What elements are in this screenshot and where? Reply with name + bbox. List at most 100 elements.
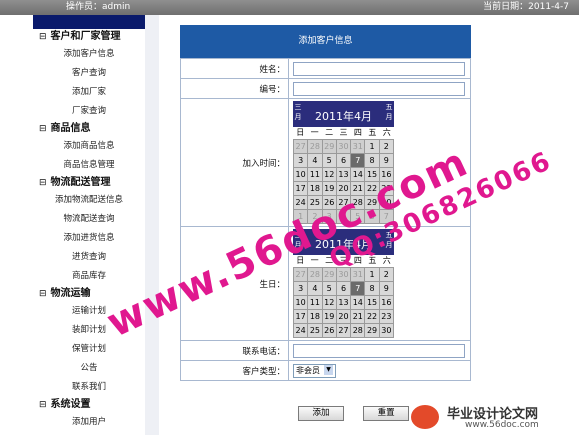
day-cell[interactable]: 5 [322, 282, 336, 295]
name-input[interactable] [293, 61, 465, 76]
day-cell[interactable]: 14 [351, 168, 365, 181]
chevron-down-icon[interactable]: ▼ [324, 364, 333, 375]
day-cell[interactable]: 7 [351, 282, 365, 295]
sidebar-item[interactable]: 添加客户信息 [33, 45, 145, 64]
day-cell[interactable]: 28 [308, 268, 322, 281]
day-cell[interactable]: 24 [294, 324, 308, 337]
day-cell[interactable]: 10 [294, 296, 308, 309]
calendar-header: 三月 2011年4月 五月 [293, 101, 394, 127]
day-cell[interactable]: 16 [379, 296, 393, 309]
sidebar-group[interactable]: ⊟ 客户和厂家管理 [33, 29, 145, 45]
sidebar-item[interactable]: 公告 [33, 359, 145, 378]
phone-label: 联系电话： [180, 340, 289, 361]
sidebar-item[interactable]: 添加用户 [33, 413, 145, 432]
sidebar-item[interactable]: 物流配送查询 [33, 210, 145, 229]
day-cell[interactable]: 11 [308, 168, 322, 181]
day-cell[interactable]: 3 [294, 154, 308, 167]
day-cell[interactable]: 22 [365, 310, 379, 323]
sidebar-item[interactable]: 客户查询 [33, 64, 145, 83]
phone-input[interactable] [293, 343, 465, 358]
sidebar-item[interactable]: 商品信息管理 [33, 156, 145, 175]
day-cell[interactable]: 18 [308, 310, 322, 323]
day-cell[interactable]: 31 [351, 140, 365, 153]
day-cell[interactable]: 6 [336, 154, 351, 167]
sidebar-item[interactable]: 添加进货信息 [33, 229, 145, 248]
day-cell[interactable]: 19 [322, 310, 336, 323]
day-cell[interactable]: 28 [308, 140, 322, 153]
day-cell[interactable]: 29 [365, 324, 379, 337]
day-cell[interactable]: 11 [308, 296, 322, 309]
day-cell[interactable]: 8 [365, 154, 379, 167]
day-cell[interactable]: 24 [294, 196, 308, 209]
number-label: 编号： [180, 78, 289, 99]
day-cell[interactable]: 31 [351, 268, 365, 281]
day-cell[interactable]: 5 [322, 154, 336, 167]
day-cell[interactable]: 21 [351, 310, 365, 323]
sidebar-item[interactable]: 添加厂家 [33, 83, 145, 102]
day-cell[interactable]: 2 [379, 140, 393, 153]
day-cell[interactable]: 30 [379, 324, 393, 337]
sidebar-group[interactable]: ⊟ 商品信息 [33, 121, 145, 137]
day-cell[interactable]: 12 [322, 168, 336, 181]
add-button[interactable]: 添加 [298, 406, 344, 421]
day-cell[interactable]: 30 [336, 140, 351, 153]
day-cell[interactable]: 4 [308, 154, 322, 167]
day-cell[interactable]: 27 [294, 140, 308, 153]
day-cell[interactable]: 13 [336, 296, 351, 309]
day-cell[interactable]: 18 [308, 182, 322, 195]
weekday-row: 日一二三四五六 [293, 127, 394, 139]
customer-type-value: 非会员 [296, 365, 320, 375]
sidebar-item[interactable]: 商品库存 [33, 267, 145, 286]
collapse-icon[interactable]: ⊟ [39, 32, 47, 42]
day-cell[interactable]: 7 [351, 154, 365, 167]
collapse-icon[interactable]: ⊟ [39, 400, 47, 410]
day-cell[interactable]: 8 [365, 282, 379, 295]
day-cell[interactable]: 20 [336, 310, 351, 323]
day-cell[interactable]: 12 [322, 296, 336, 309]
number-input[interactable] [293, 81, 465, 96]
sidebar-item[interactable]: 保管计划 [33, 340, 145, 359]
sidebar-group[interactable]: ⊟ 系统设置 [33, 397, 145, 413]
day-cell[interactable]: 19 [322, 182, 336, 195]
day-cell[interactable]: 9 [379, 282, 393, 295]
day-cell[interactable]: 6 [336, 282, 351, 295]
day-cell[interactable]: 1 [365, 268, 379, 281]
day-cell[interactable]: 15 [365, 296, 379, 309]
sidebar-item[interactable]: 进货查询 [33, 248, 145, 267]
day-cell[interactable]: 2 [379, 268, 393, 281]
collapse-icon[interactable]: ⊟ [39, 289, 47, 299]
weekday-label: 日 [296, 128, 305, 137]
customer-type-label: 客户类型： [180, 360, 289, 381]
collapse-icon[interactable]: ⊟ [39, 124, 47, 134]
day-cell[interactable]: 26 [322, 324, 336, 337]
current-date: 当前日期：2011-4-7 [483, 2, 569, 12]
next-month-button[interactable]: 五月 [385, 102, 393, 122]
day-cell[interactable]: 28 [351, 324, 365, 337]
day-cell[interactable]: 3 [294, 282, 308, 295]
logo-url: www.56doc.com [465, 420, 539, 430]
sidebar-item[interactable]: 添加商品信息 [33, 137, 145, 156]
reset-button[interactable]: 重置 [363, 406, 410, 421]
sidebar-item[interactable]: 厂家查询 [33, 102, 145, 121]
day-cell[interactable]: 13 [336, 168, 351, 181]
day-cell[interactable]: 17 [294, 310, 308, 323]
day-cell[interactable]: 17 [294, 182, 308, 195]
customer-type-select[interactable]: 非会员 ▼ [293, 363, 336, 378]
day-cell[interactable]: 27 [336, 324, 351, 337]
day-cell[interactable]: 4 [308, 282, 322, 295]
day-cell[interactable]: 29 [322, 268, 336, 281]
collapse-icon[interactable]: ⊟ [39, 178, 47, 188]
day-cell[interactable]: 29 [322, 140, 336, 153]
day-cell[interactable]: 10 [294, 168, 308, 181]
sidebar-item[interactable]: 联系我们 [33, 378, 145, 397]
day-cell[interactable]: 9 [379, 154, 393, 167]
sidebar-group[interactable]: ⊟ 物流配送管理 [33, 175, 145, 191]
day-cell[interactable]: 1 [365, 140, 379, 153]
calendar-title: 2011年4月 [315, 110, 372, 123]
day-cell[interactable]: 23 [379, 310, 393, 323]
day-cell[interactable]: 14 [351, 296, 365, 309]
name-label: 姓名： [180, 58, 289, 79]
day-cell[interactable]: 25 [308, 324, 322, 337]
sidebar-item[interactable]: 添加物流配送信息 [33, 191, 145, 210]
day-cell[interactable]: 27 [294, 268, 308, 281]
